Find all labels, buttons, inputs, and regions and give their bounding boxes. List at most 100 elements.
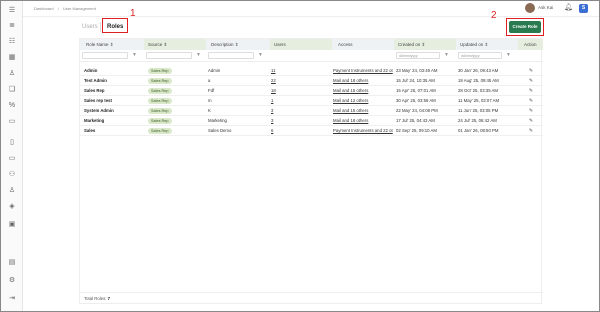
edit-icon[interactable]: ✎ [528, 118, 534, 124]
access-link[interactable]: Mail and 15 others [333, 106, 393, 116]
source-filter-input[interactable] [146, 52, 192, 59]
description: m [208, 98, 212, 103]
col-source[interactable]: Source ⇕ [144, 39, 206, 50]
updated-on: 01 Jan' 26, 08:50 PM [458, 128, 499, 133]
role-name: Sales [84, 128, 96, 133]
edit-icon[interactable]: ✎ [528, 78, 534, 84]
col-action: Action [518, 39, 543, 50]
role-name: Admin [84, 68, 98, 73]
table-row[interactable]: Test Admin Sales Rep a 22 Mail and 18 ot… [80, 76, 543, 86]
menu-icon[interactable]: ☰ [8, 7, 16, 15]
users-icon[interactable]: ♙ [8, 187, 16, 195]
users-count-link[interactable]: 6 [271, 126, 291, 136]
access-link[interactable]: Mail and 12 others [333, 96, 393, 106]
col-created-on[interactable]: Created on ⇕ [394, 39, 456, 50]
user-badge[interactable]: S [579, 4, 588, 13]
edit-icon[interactable]: ✎ [528, 128, 534, 134]
table-row[interactable]: Marketing Sales Rep Marketing 3 Mail and… [80, 116, 543, 126]
created-on: 23 May' 24, 03:49 AM [396, 68, 438, 73]
document-icon[interactable]: ▯ [8, 139, 16, 147]
table-row[interactable]: Admin Sales Rep Admin 11 Payment Instrum… [80, 66, 543, 76]
access-link[interactable]: Mail and 15 others [333, 86, 393, 96]
updated-on: 28 Oct' 25, 03:35 AM [458, 88, 498, 93]
access-link[interactable]: Mail and 18 others [333, 116, 393, 126]
edit-icon[interactable]: ✎ [528, 88, 534, 94]
edit-icon[interactable]: ✎ [528, 98, 534, 104]
breadcrumb-separator: / [57, 6, 59, 11]
col-users[interactable]: Users [270, 39, 332, 50]
source-badge: Sales Rep [148, 68, 172, 74]
access-link[interactable]: Mail and 18 others [333, 76, 393, 86]
users-count-link[interactable]: 22 [271, 76, 291, 86]
tab-divider [100, 22, 101, 32]
created-on-date-input[interactable]: dd/mm/yyyy [396, 52, 440, 59]
user-icon[interactable]: ♙ [8, 70, 16, 78]
source-badge: Sales Rep [148, 78, 172, 84]
calendar-icon[interactable]: ▦ [8, 54, 16, 62]
logout-icon[interactable]: ⇥ [8, 295, 16, 303]
updated-on: 11 Jun' 25, 03:05 PM [458, 108, 499, 113]
table-row[interactable]: Sales rep test Sales Rep m 1 Mail and 12… [80, 96, 543, 106]
col-access[interactable]: Access [332, 39, 394, 50]
description: Marketing [208, 118, 227, 123]
tasks-icon[interactable]: ☷ [8, 38, 16, 46]
table-row[interactable]: Sales Rep Sales Rep Fdf 18 Mail and 15 o… [80, 86, 543, 96]
col-updated-on[interactable]: Updated on ⇕ [456, 39, 518, 50]
role-name: Sales rep test [84, 98, 112, 103]
source-badge: Sales Rep [148, 128, 172, 134]
table-header: Role Name ⇕ Source ⇕ Description ⇕ Users… [80, 39, 543, 50]
col-description-label: Description [211, 42, 234, 47]
filter-icon[interactable]: ▼ [505, 52, 512, 59]
list-icon[interactable]: ≣ [8, 22, 16, 30]
role-name: System Admin [84, 108, 114, 113]
filter-icon[interactable]: ▼ [131, 52, 138, 59]
edit-icon[interactable]: ✎ [528, 68, 534, 74]
users-count-link[interactable]: 18 [271, 86, 291, 96]
table-footer: Total Roles: 7 [80, 292, 543, 303]
updated-on-placeholder: dd/mm/yyyy [461, 54, 480, 58]
annotation-box-1 [102, 18, 128, 33]
edit-icon[interactable]: ✎ [528, 108, 534, 114]
table-row[interactable]: System Admin Sales Rep K 3 Mail and 15 o… [80, 106, 543, 116]
users-count-link[interactable]: 3 [271, 106, 291, 116]
grid-icon[interactable]: ▤ [8, 259, 16, 267]
bell-icon[interactable]: 🔔︎ [564, 4, 573, 12]
description: a [208, 78, 211, 83]
percent-icon[interactable]: % [8, 102, 16, 110]
gift-icon[interactable]: ❏ [8, 86, 16, 94]
col-users-label: Users [274, 42, 286, 47]
users-count-link[interactable]: 11 [271, 66, 291, 76]
settings-icon[interactable]: ⚙ [8, 277, 16, 285]
annotation-number-1: 1 [130, 8, 136, 19]
users-count-link[interactable]: 3 [271, 116, 291, 126]
created-on: 22 May' 24, 04:08 PM [396, 108, 438, 113]
source-badge: Sales Rep [148, 88, 172, 94]
chat-icon[interactable]: ▭ [8, 118, 16, 126]
users-count-link[interactable]: 1 [271, 96, 291, 106]
col-role-name[interactable]: Role Name ⇕ [86, 39, 144, 50]
table-row[interactable]: Sales Sales Rep Sales Demo 6 Payment Ins… [80, 126, 543, 136]
access-link[interactable]: Payment Instruments and 22 ot [333, 126, 393, 136]
filter-icon[interactable]: ▼ [443, 52, 450, 59]
col-description[interactable]: Description ⇕ [206, 39, 270, 50]
shield-icon[interactable]: ◈ [8, 203, 16, 211]
camera-icon[interactable]: ▣ [8, 221, 16, 229]
updated-on-date-input[interactable]: dd/mm/yyyy [458, 52, 502, 59]
created-on: 02 Sep' 25, 09:10 AM [396, 128, 437, 133]
filter-icon[interactable]: ▼ [257, 52, 264, 59]
access-link[interactable]: Payment Instruments and 22 ot [333, 66, 393, 76]
role-name-filter-input[interactable] [82, 52, 128, 59]
breadcrumb-dashboard[interactable]: Dashboard [34, 6, 54, 11]
user-name[interactable]: Ask Kai [538, 5, 553, 10]
avatar[interactable] [525, 3, 535, 13]
tab-users[interactable]: Users [82, 20, 98, 34]
col-created-on-label: Created on [398, 42, 421, 47]
description: Sales Demo [208, 128, 232, 133]
created-on: 30 Apr' 25, 03:58 AM [396, 98, 436, 103]
sidebar: ☰ ≣ ☷ ▦ ♙ ❏ % ▭ ▯ ▭ ⚇ ♙ ◈ ▣ ▤ ⚙ ⇥ [1, 1, 23, 311]
team-icon[interactable]: ⚇ [8, 171, 16, 179]
filter-icon[interactable]: ▼ [195, 52, 202, 59]
folder-icon[interactable]: ▭ [8, 155, 16, 163]
description-filter-input[interactable] [208, 52, 254, 59]
create-role-button[interactable]: Create Role [509, 21, 541, 33]
